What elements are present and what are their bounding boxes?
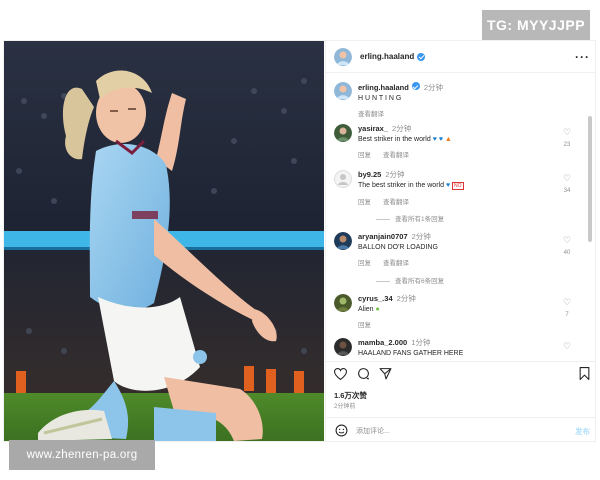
comment-text: HAALAND FANS GATHER HERE	[358, 350, 464, 357]
comment-like-button[interactable]: ♡	[562, 342, 572, 351]
heart-icon: ♡	[562, 341, 572, 351]
comment-like-button[interactable]: ♡ 34	[562, 174, 572, 196]
comment-like-count: 7	[565, 312, 569, 318]
comment-username[interactable]: cyrus_.34	[358, 294, 393, 303]
reply-link[interactable]: 回复	[358, 322, 371, 329]
verified-badge-icon	[417, 52, 426, 61]
comments-list[interactable]: erling.haaland 2分钟 H U N T I N G 查看翻译 yas…	[326, 74, 595, 361]
comment-icon[interactable]	[357, 367, 370, 385]
comment-text: Best striker in the world	[358, 136, 431, 143]
like-heart-icon[interactable]	[333, 367, 348, 385]
caption-time: 2分钟	[423, 83, 444, 92]
author-username[interactable]: erling.haaland	[360, 52, 414, 61]
caption-translate-link[interactable]: 查看翻译	[358, 111, 384, 118]
blue-heart-icon: ♥	[445, 182, 451, 189]
player-celebration-image	[4, 41, 324, 441]
post-header: erling.haaland ···	[326, 41, 595, 73]
share-icon[interactable]	[379, 367, 392, 385]
comment-username[interactable]: mamba_2.000	[358, 338, 407, 347]
translate-link[interactable]: 查看翻译	[383, 260, 409, 267]
caption-username[interactable]: erling.haaland	[358, 83, 409, 92]
verified-badge-icon	[411, 82, 420, 90]
comment-like-button[interactable]: ♡ 40	[562, 236, 572, 258]
comment-time: 2分钟	[396, 294, 416, 303]
comment-like-button[interactable]: ♡ 23	[562, 128, 572, 150]
caption-avatar[interactable]	[334, 82, 352, 100]
watermark-site: www.zhenren-pa.org	[9, 440, 155, 470]
comment-text: BALLON DO'R LOADING	[358, 244, 438, 251]
comment-input[interactable]: 添加评论...	[356, 426, 390, 436]
comment-time: 2分钟	[392, 124, 412, 133]
comments-scrollbar[interactable]	[588, 116, 592, 242]
comment-username[interactable]: aryanjain0707	[358, 232, 408, 241]
reply-link[interactable]: 回复	[358, 152, 371, 159]
add-comment-bar: 添加评论... 发布	[326, 417, 595, 441]
bookmark-icon[interactable]	[579, 367, 590, 385]
post-action-bar	[326, 361, 595, 385]
comment-like-count: 23	[563, 142, 571, 148]
translate-link[interactable]: 查看翻译	[383, 152, 409, 159]
post-comment-button[interactable]: 发布	[575, 426, 590, 437]
instagram-post: erling.haaland ··· erling.haaland 2分钟 H U…	[3, 40, 596, 442]
comments-panel: erling.haaland ··· erling.haaland 2分钟 H U…	[325, 41, 595, 441]
likes-count[interactable]: 1.6万次赞	[334, 390, 367, 401]
comment-text: Alien	[358, 306, 374, 313]
view-replies-link[interactable]: 查看所有1条回复	[376, 213, 444, 223]
heart-icon: ♡	[562, 297, 572, 307]
blue-heart-icon: ♥	[438, 136, 443, 143]
comment-avatar[interactable]	[334, 232, 352, 250]
reply-link[interactable]: 回复	[358, 199, 371, 206]
no-emoji-icon: NO	[452, 182, 464, 190]
post-photo[interactable]	[4, 41, 324, 441]
screenshot-stage: TG: MYYJJPP erling.haaland ··· erling.ha…	[0, 0, 600, 480]
view-replies-link[interactable]: 查看所有6条回复	[376, 275, 444, 285]
comment-time: 2分钟	[385, 170, 405, 179]
comment-username[interactable]: yasirax_	[358, 124, 388, 133]
comment-avatar[interactable]	[334, 124, 352, 142]
comment-like-count: 34	[563, 188, 571, 194]
heart-icon: ♡	[562, 173, 572, 183]
comment-avatar[interactable]	[334, 294, 352, 312]
comment-like-button[interactable]: ♡ 7	[562, 298, 572, 320]
author-avatar[interactable]	[334, 47, 352, 66]
comment-time: 1分钟	[411, 338, 431, 347]
comment-time: 2分钟	[411, 232, 431, 241]
caption-text: H U N T I N G	[358, 95, 402, 102]
fire-icon: ▲	[444, 136, 452, 143]
emoji-icon[interactable]	[335, 424, 348, 441]
translate-link[interactable]: 查看翻译	[383, 199, 409, 206]
comment-text: The best striker in the world	[358, 182, 444, 189]
reply-link[interactable]: 回复	[358, 260, 371, 267]
comment-like-count: 40	[563, 250, 571, 256]
watermark-tag: TG: MYYJJPP	[482, 10, 590, 40]
post-time-ago: 2分钟前	[334, 404, 356, 410]
comment-username[interactable]: by9.25	[358, 170, 381, 179]
heart-icon: ♡	[562, 235, 572, 245]
blue-heart-icon: ♥	[432, 136, 437, 143]
comment-avatar[interactable]	[334, 338, 352, 356]
heart-icon: ♡	[562, 127, 572, 137]
alien-icon: ●	[375, 306, 380, 313]
comment-avatar[interactable]	[334, 170, 352, 188]
more-options-icon[interactable]: ···	[575, 50, 590, 64]
